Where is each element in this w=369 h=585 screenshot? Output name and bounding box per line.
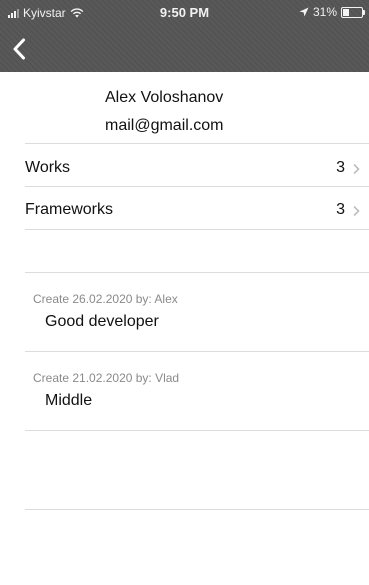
- divider: [25, 272, 369, 273]
- row-works[interactable]: Works 3: [0, 148, 369, 188]
- review-text: Good developer: [45, 313, 159, 330]
- divider: [25, 186, 369, 187]
- row-label: Frameworks: [25, 201, 114, 218]
- battery-icon: [341, 6, 365, 18]
- battery-group: 31%: [299, 5, 365, 19]
- divider: [25, 509, 369, 510]
- chevron-left-icon: [13, 38, 25, 60]
- top-bar: Kyivstar 9:50 PM 31%: [0, 0, 369, 72]
- battery-fill: [343, 8, 349, 16]
- chevron-right-icon: [353, 163, 360, 175]
- row-label: Works: [25, 159, 71, 176]
- review-text: Middle: [45, 392, 93, 409]
- row-count: 3: [336, 201, 345, 218]
- divider: [25, 351, 369, 352]
- review-meta: Create 26.02.2020 by: Alex: [33, 292, 178, 306]
- chevron-right-icon: [353, 205, 360, 217]
- row-count: 3: [336, 159, 345, 176]
- profile-email: mail@gmail.com: [105, 117, 224, 134]
- divider: [25, 430, 369, 431]
- status-bar: Kyivstar 9:50 PM 31%: [0, 0, 369, 26]
- location-arrow-icon: [299, 7, 309, 17]
- battery-percent: 31%: [312, 5, 337, 19]
- profile-name: Alex Voloshanov: [105, 89, 224, 106]
- back-button[interactable]: [6, 34, 32, 64]
- screen: Kyivstar 9:50 PM 31% Alex Voloshanov mai…: [0, 0, 369, 585]
- divider: [25, 229, 369, 230]
- row-frameworks[interactable]: Frameworks 3: [0, 190, 369, 230]
- divider: [25, 143, 369, 144]
- review-meta: Create 21.02.2020 by: Vlad: [33, 371, 180, 385]
